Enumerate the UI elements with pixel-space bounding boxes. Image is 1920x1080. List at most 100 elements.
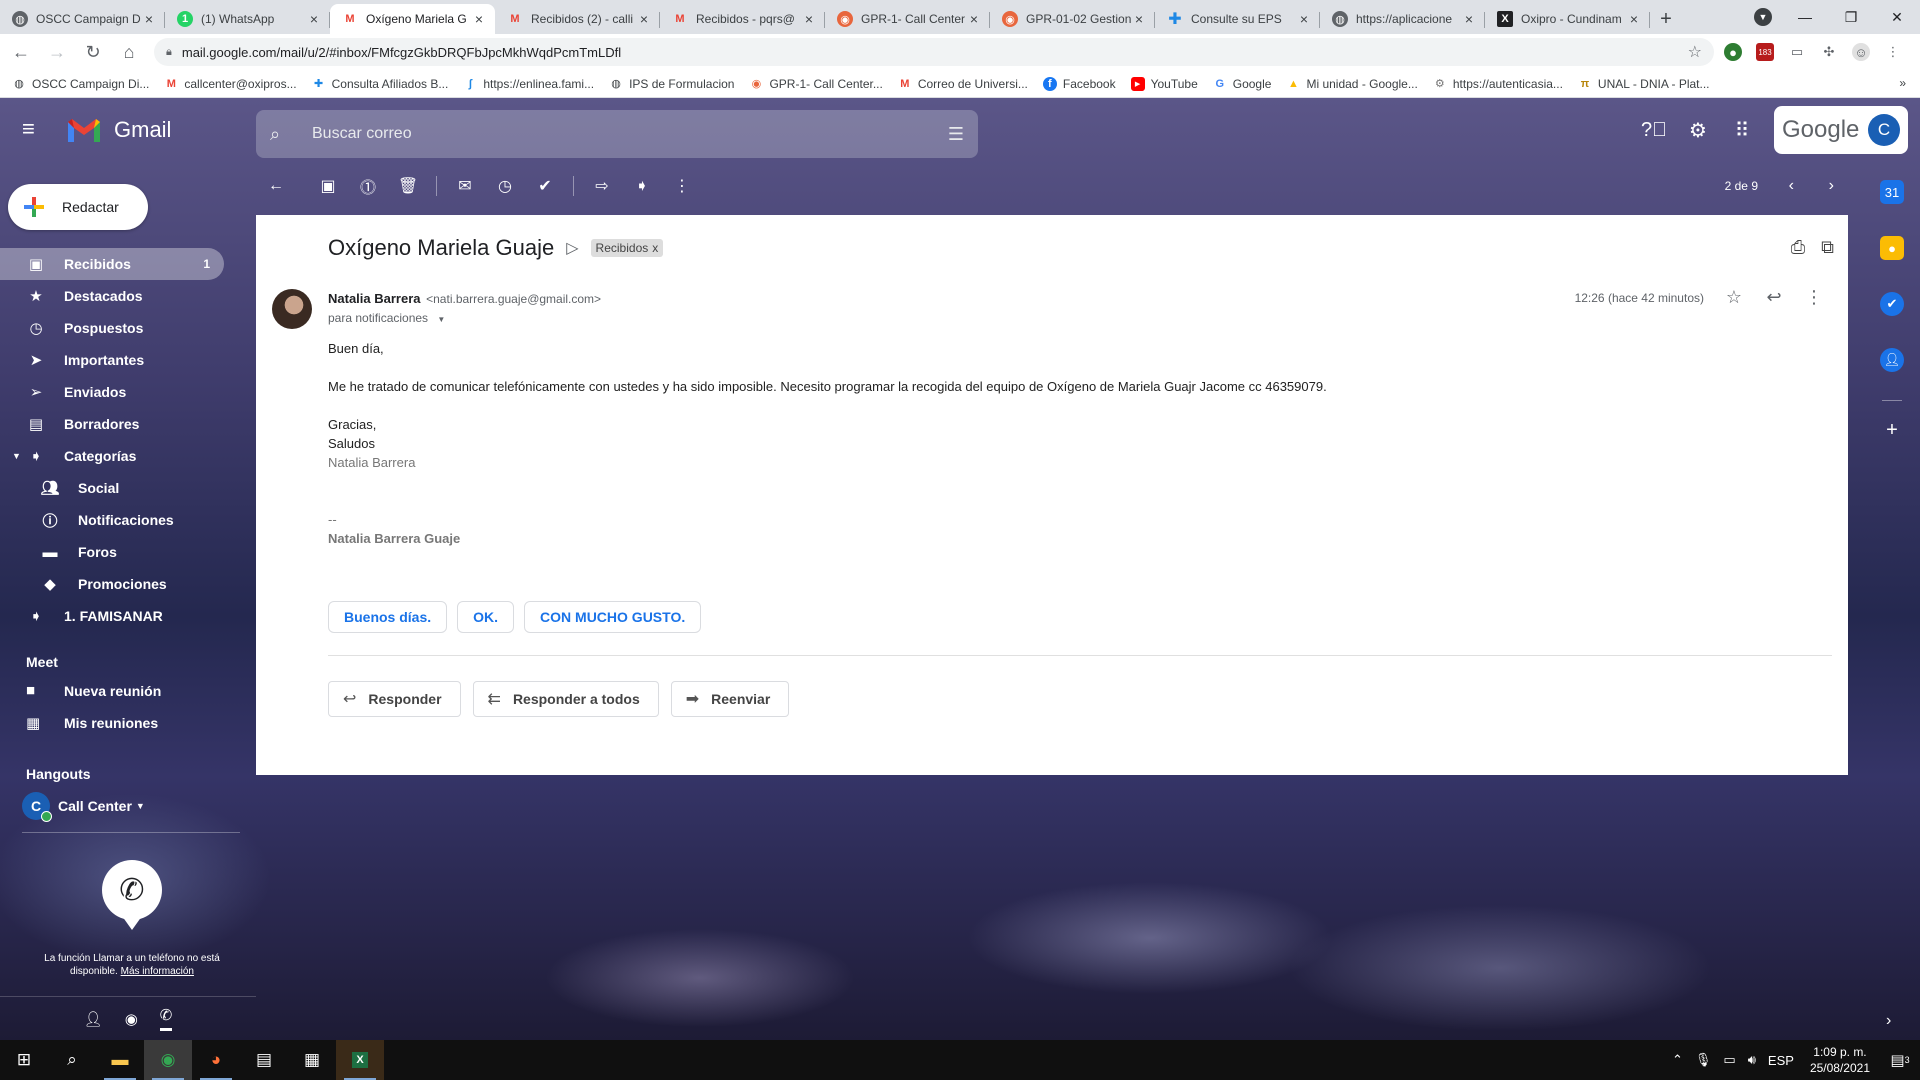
smart-reply-button[interactable]: CON MUCHO GUSTO.: [524, 601, 702, 633]
lock-icon[interactable]: 🔒︎: [166, 46, 172, 59]
calculator-icon[interactable]: ▦: [288, 1040, 336, 1080]
print-icon[interactable]: ⎙: [1791, 237, 1805, 258]
search-icon[interactable]: ⌕: [270, 124, 294, 145]
more-options-icon[interactable]: ⋮: [662, 166, 702, 206]
network-icon[interactable]: ▭: [1717, 1052, 1741, 1068]
extension-shield-icon[interactable]: ●: [1724, 43, 1742, 61]
help-icon[interactable]: ?⃝: [1634, 110, 1674, 150]
close-icon[interactable]: ×: [1461, 11, 1477, 27]
smart-reply-button[interactable]: Buenos días.: [328, 601, 448, 633]
close-window-icon[interactable]: ✕: [1874, 0, 1920, 34]
sidebar-item-importantes[interactable]: ➤ Importantes: [0, 344, 240, 376]
sidebar-item-borradores[interactable]: ▤ Borradores: [0, 408, 240, 440]
expand-panel-chevron-icon[interactable]: ›: [1886, 1012, 1891, 1030]
reply-button[interactable]: ↩ Responder: [328, 681, 461, 717]
main-menu-icon[interactable]: ≡: [22, 118, 46, 142]
bookmark-item[interactable]: ʃ https://enlinea.fami...: [463, 77, 595, 91]
add-addon-icon[interactable]: +: [1880, 418, 1904, 442]
close-icon[interactable]: ×: [966, 11, 982, 27]
sender-name[interactable]: Natalia Barrera: [328, 291, 421, 306]
chevron-down-icon[interactable]: ▼: [437, 315, 445, 324]
puzzle-icon[interactable]: ✣: [1820, 43, 1838, 61]
sidebar-item-famisanar[interactable]: ➧ 1. FAMISANAR: [0, 600, 240, 632]
reload-icon[interactable]: ↻: [78, 37, 108, 67]
sender-avatar[interactable]: [272, 289, 312, 329]
firefox-icon[interactable]: ◕: [192, 1040, 240, 1080]
bookmark-item[interactable]: f Facebook: [1042, 76, 1116, 91]
snooze-icon[interactable]: ◷: [485, 166, 525, 206]
archive-icon[interactable]: ▣: [308, 166, 348, 206]
browser-tab-7[interactable]: ✚ Consulte su EPS ×: [1155, 4, 1320, 34]
report-spam-icon[interactable]: ⓵: [348, 166, 388, 206]
hangouts-user[interactable]: C Call Center ▼: [22, 792, 145, 822]
close-icon[interactable]: ×: [1626, 11, 1642, 27]
phone-tab-icon[interactable]: ✆: [159, 1006, 173, 1031]
star-icon[interactable]: ☆: [1714, 287, 1754, 308]
search-icon[interactable]: ⌕: [48, 1040, 96, 1080]
bookmark-item[interactable]: ▶ YouTube: [1130, 76, 1198, 91]
excel-icon[interactable]: X: [336, 1040, 384, 1080]
meet-my-meetings[interactable]: ▦ Mis reuniones: [26, 714, 158, 732]
bookmark-item[interactable]: ⚙ https://autenticasia...: [1433, 77, 1563, 91]
smart-reply-button[interactable]: OK.: [457, 601, 515, 633]
sidebar-item-destacados[interactable]: ★ Destacados: [0, 280, 240, 312]
add-task-icon[interactable]: ✔: [525, 166, 565, 206]
settings-gear-icon[interactable]: ⚙: [1678, 110, 1718, 150]
recipient-line[interactable]: para notificaciones ▼: [328, 311, 445, 325]
browser-tab-6[interactable]: ◉ GPR-01-02 Gestion ×: [990, 4, 1155, 34]
home-icon[interactable]: ⌂: [114, 37, 144, 67]
microphone-icon[interactable]: 🎙︎: [1689, 1052, 1718, 1068]
account-avatar[interactable]: C: [1868, 114, 1900, 146]
bookmark-item[interactable]: G Google: [1213, 77, 1271, 91]
bookmark-item[interactable]: ◉ GPR-1- Call Center...: [749, 77, 883, 91]
back-icon[interactable]: ←: [6, 37, 36, 67]
more-options-icon[interactable]: ⋮: [1794, 287, 1834, 308]
browser-tab-3[interactable]: M Recibidos (2) - calli ×: [495, 4, 660, 34]
sidebar-item-recibidos[interactable]: ▣ Recibidos 1: [0, 248, 224, 280]
chrome-icon[interactable]: ◉: [144, 1040, 192, 1080]
extension-calendar-icon[interactable]: 183: [1756, 43, 1774, 61]
search-bar[interactable]: ⌕ Buscar correo ☰: [256, 110, 978, 158]
bookmarks-overflow-icon[interactable]: »: [1899, 76, 1906, 90]
address-bar[interactable]: 🔒︎ mail.google.com/mail/u/2/#inbox/FMfcg…: [154, 38, 1714, 66]
forward-button[interactable]: ➡ Reenviar: [670, 681, 790, 717]
browser-tab-0[interactable]: ◍ OSCC Campaign Di ×: [0, 4, 165, 34]
chevron-down-icon[interactable]: ▼: [136, 801, 145, 811]
volume-icon[interactable]: 🔊︎: [1742, 1052, 1762, 1068]
newer-chevron-icon[interactable]: ‹: [1789, 177, 1794, 195]
back-to-inbox-icon[interactable]: ←: [256, 166, 296, 206]
close-icon[interactable]: ×: [471, 11, 487, 27]
minimize-icon[interactable]: —: [1782, 0, 1828, 34]
reply-all-button[interactable]: ⇇ Responder a todos: [472, 681, 659, 717]
sidebar-item-foros[interactable]: ▬ Foros: [0, 536, 240, 568]
close-icon[interactable]: ×: [1131, 11, 1147, 27]
bookmark-item[interactable]: ✚ Consulta Afiliados B...: [312, 77, 448, 91]
open-new-window-icon[interactable]: ⧉: [1821, 237, 1834, 258]
contacts-app-icon[interactable]: 👤︎: [1880, 348, 1904, 372]
browser-tab-2[interactable]: M Oxígeno Mariela G ×: [330, 4, 495, 34]
new-tab-button[interactable]: +: [1650, 4, 1682, 34]
close-icon[interactable]: ×: [141, 11, 157, 27]
older-chevron-icon[interactable]: ›: [1829, 177, 1834, 195]
show-hidden-icons-icon[interactable]: ⌃: [1666, 1052, 1689, 1068]
close-icon[interactable]: ×: [636, 11, 652, 27]
location-chat-icon[interactable]: ◉: [125, 1010, 138, 1028]
search-input[interactable]: Buscar correo: [312, 125, 948, 143]
bookmark-item[interactable]: ▲ Mi unidad - Google...: [1286, 77, 1418, 91]
app-icon[interactable]: ▤: [240, 1040, 288, 1080]
restore-icon[interactable]: ❐: [1828, 0, 1874, 34]
bookmark-item[interactable]: Mcallcenter@oxipros...: [164, 77, 297, 91]
sidebar-item-promociones[interactable]: ◆ Promociones: [0, 568, 240, 600]
extension-toggle-icon[interactable]: ▭: [1788, 43, 1806, 61]
profile-icon[interactable]: ☺: [1852, 43, 1870, 61]
apps-grid-icon[interactable]: ⠿: [1722, 110, 1762, 150]
contacts-icon[interactable]: 👤︎: [84, 1010, 103, 1028]
bookmark-item[interactable]: ◍ IPS de Formulacion: [609, 77, 734, 91]
file-explorer-icon[interactable]: ▬: [96, 1040, 144, 1080]
meet-new-meeting[interactable]: ■ Nueva reunión: [26, 682, 161, 699]
expand-caret-icon[interactable]: ▼: [12, 451, 21, 461]
more-info-link[interactable]: Más información: [121, 966, 194, 977]
reply-icon[interactable]: ↩: [1754, 287, 1794, 308]
tab-search-icon[interactable]: ▼: [1754, 8, 1772, 26]
bookmark-item[interactable]: ◍ OSCC Campaign Di...: [12, 77, 149, 91]
